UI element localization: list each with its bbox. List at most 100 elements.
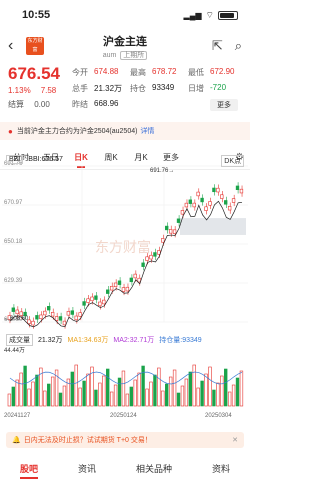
volume-bar	[208, 366, 212, 407]
tab-forum[interactable]: 股吧	[16, 462, 42, 479]
signal-icon: ▂▄▆	[183, 10, 202, 20]
candle-body	[235, 185, 240, 191]
candle-body	[74, 315, 78, 321]
change-value: 7.58	[40, 86, 57, 95]
settle-label: 结算	[8, 100, 24, 109]
y-tick-label: 650.18	[4, 239, 23, 245]
tab-related[interactable]: 相关品种	[132, 462, 176, 475]
candle-body	[113, 282, 118, 288]
volume-bar	[31, 381, 35, 407]
volume-bar	[227, 391, 232, 407]
volume-bar	[109, 391, 114, 407]
nav-bar: ‹ 东方财富 沪金主连 aum 上期所 ⇱ ⌕	[0, 30, 250, 62]
candle-body	[165, 225, 169, 231]
notice-detail-link[interactable]: 详情	[140, 126, 154, 136]
candle-body	[102, 299, 106, 305]
stat-label: 日增	[188, 84, 204, 93]
candle-body	[39, 314, 43, 320]
candle-body	[70, 310, 74, 315]
candle-body	[90, 296, 94, 302]
low-value: 672.90	[210, 67, 235, 76]
alert-icon: ●	[8, 126, 13, 136]
dk-point-select[interactable]: DK点	[221, 155, 244, 167]
volume-bar	[47, 383, 51, 407]
status-bar: 10:55 ▂▄▆ ⌔	[0, 0, 250, 30]
volume-bar	[168, 376, 173, 407]
volume-bar	[149, 381, 153, 407]
volume-bar	[82, 380, 86, 407]
tab-news[interactable]: 资讯	[74, 462, 100, 475]
candle-body	[137, 277, 141, 283]
candle-body	[11, 307, 15, 312]
close-icon[interactable]: ✕	[232, 436, 238, 444]
candle-body	[196, 191, 200, 197]
y-tick-label: 670.97	[4, 200, 23, 206]
volume-bar	[137, 372, 141, 407]
candle-body	[98, 301, 102, 307]
volume-bar	[165, 383, 169, 407]
stat-label: 昨结	[72, 100, 88, 109]
open-value: 674.88	[94, 67, 119, 76]
share-icon[interactable]: ⇱	[212, 38, 223, 54]
candle-body	[66, 311, 71, 316]
candle-body	[117, 280, 122, 285]
settle-value: 0.00	[34, 100, 50, 109]
volume-bar	[231, 384, 236, 407]
candle-body	[204, 206, 208, 211]
volume-bar	[23, 365, 27, 407]
y-tick-label: 629.39	[4, 278, 23, 284]
volume-bar	[86, 373, 90, 407]
volume-bar	[239, 370, 244, 407]
volume-bar	[172, 369, 177, 407]
main-indicator-select[interactable]: BBI	[6, 155, 24, 164]
volume-bar	[117, 377, 122, 407]
kline-chart[interactable]: BBI BBI:676.57 DK点 691.76 670.97 650.18 629…	[0, 152, 250, 422]
wifi-icon: ⌔	[205, 9, 214, 20]
search-icon[interactable]: ⌕	[235, 38, 242, 54]
stat-label: 最高	[130, 68, 146, 77]
more-button[interactable]: 更多	[210, 99, 238, 111]
volume-indicator-select[interactable]: 成交量	[6, 334, 33, 346]
back-icon[interactable]: ‹	[8, 37, 22, 55]
candle-body	[43, 310, 47, 316]
volume-bar	[216, 382, 220, 407]
candle-body	[125, 286, 130, 292]
high-value: 678.72	[152, 67, 177, 76]
candle-body	[78, 312, 82, 317]
volume-bar	[133, 379, 137, 407]
candle-body	[50, 312, 55, 317]
candle-body	[192, 202, 196, 208]
candle-body	[62, 320, 67, 326]
candle-body	[58, 316, 63, 321]
volume-bar	[161, 390, 165, 407]
volume-max-label: 44.44万	[4, 347, 25, 354]
tab-info[interactable]: 资料	[208, 462, 234, 475]
contract-code: aum	[102, 52, 117, 59]
candle-body	[208, 201, 212, 206]
promo-banner[interactable]: 🔔 日内无法及时止损？试试期货 T+0 交易！ ✕	[6, 432, 244, 448]
promo-text: 日内无法及时止损？试试期货 T+0 交易！	[23, 437, 152, 444]
ma1-value: MA1:34.63万	[67, 337, 109, 344]
stat-label: 持仓	[130, 84, 146, 93]
volume-bar	[184, 378, 189, 407]
volume-bar	[224, 368, 228, 407]
volume-bar	[43, 390, 47, 407]
last-price: 676.54	[8, 64, 60, 83]
bottom-tabs: 股吧 资讯 相关品种 资料	[0, 458, 250, 479]
candle-body	[239, 188, 244, 194]
exchange-tag: 上期所	[120, 51, 148, 60]
app-logo: 东方财富	[26, 37, 44, 55]
high-price-label: 691.76→	[150, 168, 174, 174]
candle-body	[141, 262, 145, 267]
volume-bar	[204, 373, 208, 407]
volume-bar	[180, 385, 185, 407]
date-tick-label: 20250124	[110, 413, 137, 419]
volume-bar	[106, 368, 110, 407]
candle-body	[133, 273, 137, 279]
volume-bar	[235, 377, 240, 407]
volume-bar	[220, 375, 224, 407]
candle-body	[145, 256, 149, 261]
stat-label: 最低	[188, 68, 204, 77]
main-contract-notice[interactable]: ● 当前沪金主力合约为沪金2504(au2504) 详情	[0, 122, 250, 140]
volume-bar	[35, 374, 39, 407]
